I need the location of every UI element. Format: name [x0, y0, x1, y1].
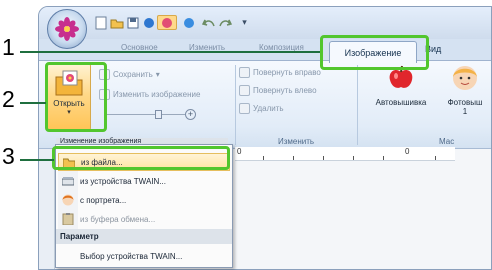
highlight-from-file-item [52, 146, 230, 170]
plus-icon[interactable]: + [185, 109, 196, 120]
chevron-down-icon: ▾ [155, 70, 160, 79]
menu-item-label: Выбор устройства TWAIN... [80, 251, 183, 261]
new-file-icon[interactable] [93, 15, 108, 30]
menu-item-from-clipboard[interactable]: из буфера обмена... [58, 210, 230, 228]
rotate-left-icon [239, 85, 250, 96]
save-icon[interactable] [125, 15, 140, 30]
rotate-right-command[interactable]: Повернуть вправо [239, 67, 321, 78]
menu-item-label: из устройства TWAIN... [80, 176, 166, 186]
flower-icon [55, 17, 79, 41]
redo-icon[interactable] [217, 15, 232, 30]
save-image-command[interactable]: Сохранить ▾ [99, 69, 160, 80]
delete-label: Удалить [253, 104, 284, 113]
group-divider [235, 65, 236, 145]
application-menu-button[interactable] [47, 9, 87, 49]
callout-number: 2 [2, 86, 15, 112]
highlight-image-tab [320, 35, 429, 70]
rotate-right-icon [239, 67, 250, 78]
undo-icon[interactable] [201, 15, 216, 30]
photo-embroidery-button[interactable]: Фотовыш 1 [437, 65, 491, 135]
save-image-label: Сохранить [113, 70, 153, 79]
color-picker-icon[interactable] [157, 15, 177, 30]
image-transparency-slider[interactable]: + [105, 109, 197, 121]
scanner-icon [62, 177, 74, 186]
callout-number: 3 [2, 143, 15, 169]
callout-line [20, 51, 320, 53]
callout-line [20, 102, 46, 104]
auto-embroidery-button[interactable]: Автовышивка [371, 65, 431, 135]
slider-thumb[interactable] [155, 110, 162, 119]
rotate-left-command[interactable]: Повернуть влево [239, 85, 317, 96]
menu-item-label: с портрета... [80, 195, 127, 205]
portrait-icon [453, 66, 477, 90]
edit-image-label: Изменить изображение [113, 90, 201, 99]
top-ruler: 0 0 [235, 147, 455, 161]
edit-image-command[interactable]: Изменить изображение [99, 89, 200, 100]
dot-icon[interactable] [181, 15, 196, 30]
menu-item-select-twain[interactable]: Выбор устройства TWAIN... [58, 247, 230, 265]
rotate-right-label: Повернуть вправо [253, 68, 321, 77]
clipboard-icon [62, 213, 74, 225]
rotate-left-label: Повернуть влево [253, 86, 317, 95]
callout-number: 1 [2, 34, 15, 60]
ruler-tick-label: 0 [237, 147, 242, 156]
menu-item-from-portrait[interactable]: с портрета... [58, 191, 230, 209]
delete-command[interactable]: Удалить [239, 103, 284, 114]
auto-embroidery-label: Автовышивка [375, 98, 427, 107]
callout-line [20, 159, 54, 161]
delete-icon [239, 103, 250, 114]
portrait-icon [62, 194, 74, 206]
photo-embroidery-sub: 1 [462, 107, 468, 116]
menu-section-header: Параметр [56, 229, 232, 244]
group-divider [357, 65, 358, 145]
customize-toolbar-icon[interactable]: ▾ [237, 15, 252, 30]
circle-blue-icon[interactable] [141, 15, 156, 30]
open-folder-icon[interactable] [109, 15, 124, 30]
ruler-tick-label: 0 [405, 147, 410, 156]
slider-track [105, 114, 185, 115]
menu-item-label: из буфера обмена... [80, 214, 156, 224]
menu-item-from-twain[interactable]: из устройства TWAIN... [58, 172, 230, 190]
photo-embroidery-label: Фотовыш [447, 98, 483, 107]
highlight-open-button [45, 62, 107, 132]
